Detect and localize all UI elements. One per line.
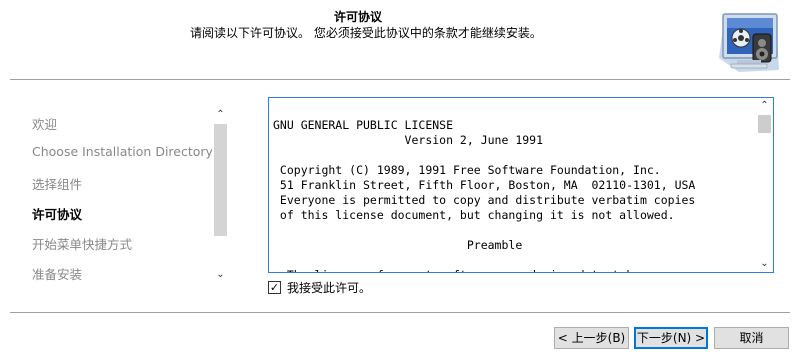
license-line: Preamble [273,238,523,252]
scroll-down-icon[interactable]: ⌄ [759,258,770,270]
scroll-down-icon[interactable]: ⌄ [215,269,226,281]
header-divider [10,79,790,80]
accept-checkbox[interactable]: ✓ [268,280,281,294]
steps-list: 欢迎 Choose Installation Directory 选择组件 许可… [22,106,230,284]
license-line: 51 Franklin Street, Fifth Floor, Boston,… [273,178,696,192]
monitor-media-icon [717,8,789,76]
step-item-install-directory: Choose Installation Directory [32,144,213,159]
license-line [273,148,757,163]
license-line: of this license document, but changing i… [273,208,675,222]
scrollbar-thumb[interactable] [214,124,227,236]
step-item-start-menu: 开始菜单快捷方式 [32,237,133,252]
step-item-license: 许可协议 [32,207,83,222]
license-line: Copyright (C) 1989, 1991 Free Software F… [273,163,661,177]
footer-divider [10,312,790,313]
license-scrollbar[interactable]: ⌃ ⌄ [756,98,773,272]
license-line [273,223,757,238]
header: 许可协议 请阅读以下许可协议。 您必须接受此协议中的条款才能继续安装。 [0,0,800,80]
license-line: The licenses for most software are desig… [273,268,757,272]
license-line: Version 2, June 1991 [273,133,544,147]
page-title: 许可协议 [334,10,383,24]
accept-license-option[interactable]: ✓ 我接受此许可。 [268,279,371,295]
back-button[interactable]: < 上一步(B) [554,327,629,349]
steps-scrollbar[interactable]: ⌃ ⌄ [212,106,229,284]
license-line: Everyone is permitted to copy and distri… [273,193,696,207]
page-subtitle: 请阅读以下许可协议。 您必须接受此协议中的条款才能继续安装。 [190,26,542,40]
license-line: GNU GENERAL PUBLIC LICENSE [273,118,454,132]
scroll-up-icon[interactable]: ⌃ [215,109,226,121]
scrollbar-thumb[interactable] [758,115,771,133]
license-textbox[interactable]: GNU GENERAL PUBLIC LICENSE Version 2, Ju… [268,97,774,273]
license-text: GNU GENERAL PUBLIC LICENSE Version 2, Ju… [273,118,757,272]
next-button[interactable]: 下一步(N) > [634,327,708,349]
step-item-ready: 准备安装 [32,267,83,282]
step-item-components: 选择组件 [32,177,83,192]
cancel-button[interactable]: 取消 [714,327,789,349]
license-line [273,253,757,268]
scroll-up-icon[interactable]: ⌃ [759,100,770,112]
step-item-welcome: 欢迎 [32,117,58,132]
accept-checkbox-label[interactable]: 我接受此许可。 [287,279,371,296]
